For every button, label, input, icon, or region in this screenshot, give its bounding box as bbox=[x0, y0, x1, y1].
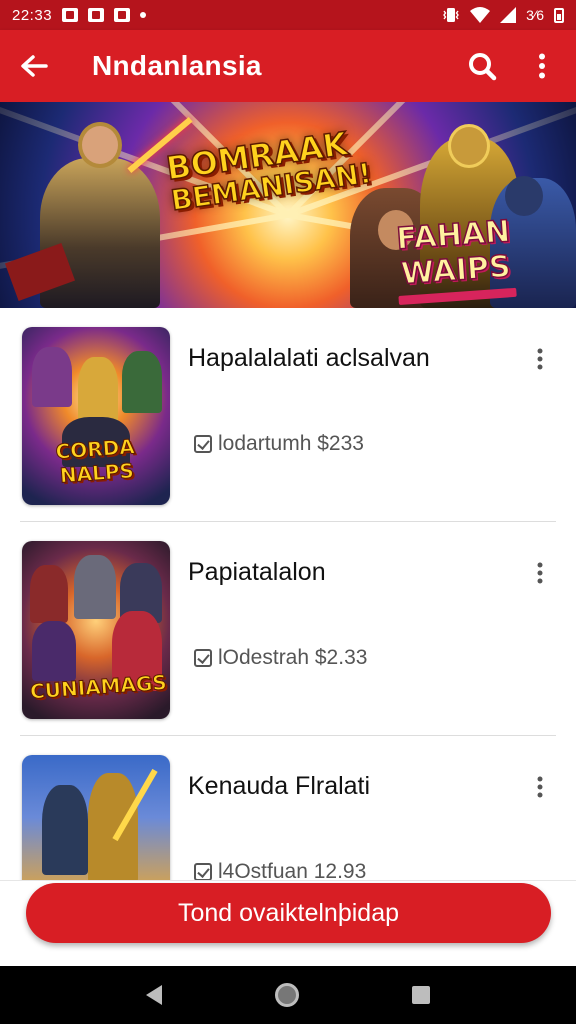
notification-icon bbox=[62, 8, 79, 22]
item-title: Papiatalalon bbox=[188, 558, 326, 586]
signal-icon bbox=[500, 7, 517, 23]
nav-recents-icon[interactable] bbox=[411, 986, 430, 1004]
item-meta: lodartumh $233 bbox=[194, 432, 364, 456]
game-list: CORDA NALPS Hapalalalati aclsalvan lodar… bbox=[0, 308, 576, 950]
item-title: Hapalalalati aclsalvan bbox=[188, 344, 430, 372]
more-vert-icon bbox=[539, 53, 545, 79]
battery-percentage: 3⁄6 bbox=[526, 7, 544, 23]
status-time: 22:33 bbox=[12, 6, 53, 24]
list-item[interactable]: CORDA NALPS Hapalalalati aclsalvan lodar… bbox=[0, 308, 576, 522]
app-bar: Nndanlansia bbox=[0, 30, 576, 102]
search-button[interactable] bbox=[462, 46, 502, 86]
check-box-icon bbox=[194, 649, 212, 667]
search-icon bbox=[469, 53, 497, 81]
more-options-button[interactable] bbox=[522, 46, 562, 86]
banner-subtitle: FAHAN WAIPS bbox=[359, 212, 550, 308]
screen: 22:33 3⁄6 Nndanlansia BOMRAAK BEMANISAN!… bbox=[0, 0, 576, 1024]
item-more-button[interactable] bbox=[528, 558, 552, 588]
system-nav-bar bbox=[0, 966, 576, 1024]
status-bar: 22:33 3⁄6 bbox=[0, 0, 576, 30]
banner-subtitle-text: FAHAN WAIPS bbox=[395, 213, 513, 292]
nav-back-icon[interactable] bbox=[146, 985, 163, 1005]
more-vert-icon bbox=[537, 348, 543, 370]
bottom-action-area: Tond ovaiktelnþidap bbox=[0, 880, 576, 966]
primary-action-button[interactable]: Tond ovaiktelnþidap bbox=[26, 883, 551, 943]
item-thumbnail: CORDA NALPS bbox=[22, 327, 170, 505]
item-more-button[interactable] bbox=[528, 772, 552, 802]
dot-icon bbox=[140, 12, 147, 18]
battery-icon bbox=[554, 7, 564, 23]
item-title: Kenauda Flralati bbox=[188, 772, 371, 800]
list-item[interactable]: CUNIAMAGS Papiatalalon lOdestrah $2.33 bbox=[0, 522, 576, 736]
vibrate-icon bbox=[442, 7, 460, 23]
arrow-left-icon bbox=[21, 55, 48, 77]
check-box-icon bbox=[194, 863, 212, 881]
item-more-button[interactable] bbox=[528, 344, 552, 374]
app-title: Nndanlansia bbox=[92, 50, 262, 81]
item-meta: lOdestrah $2.33 bbox=[194, 646, 367, 670]
item-meta-text: lodartumh $233 bbox=[218, 432, 364, 455]
more-vert-icon bbox=[537, 562, 543, 584]
promo-banner[interactable]: BOMRAAK BEMANISAN! FAHAN WAIPS bbox=[0, 102, 576, 308]
more-vert-icon bbox=[537, 776, 543, 798]
thumbnail-logo: CORDA NALPS bbox=[54, 434, 136, 488]
back-button[interactable] bbox=[14, 46, 54, 86]
item-thumbnail: CUNIAMAGS bbox=[22, 541, 170, 719]
wifi-icon bbox=[470, 7, 491, 23]
item-meta-text: lOdestrah $2.33 bbox=[218, 646, 368, 669]
notification-icon bbox=[114, 8, 131, 22]
notification-icon bbox=[88, 8, 105, 22]
nav-home-icon[interactable] bbox=[274, 983, 299, 1007]
check-box-icon bbox=[194, 435, 212, 453]
